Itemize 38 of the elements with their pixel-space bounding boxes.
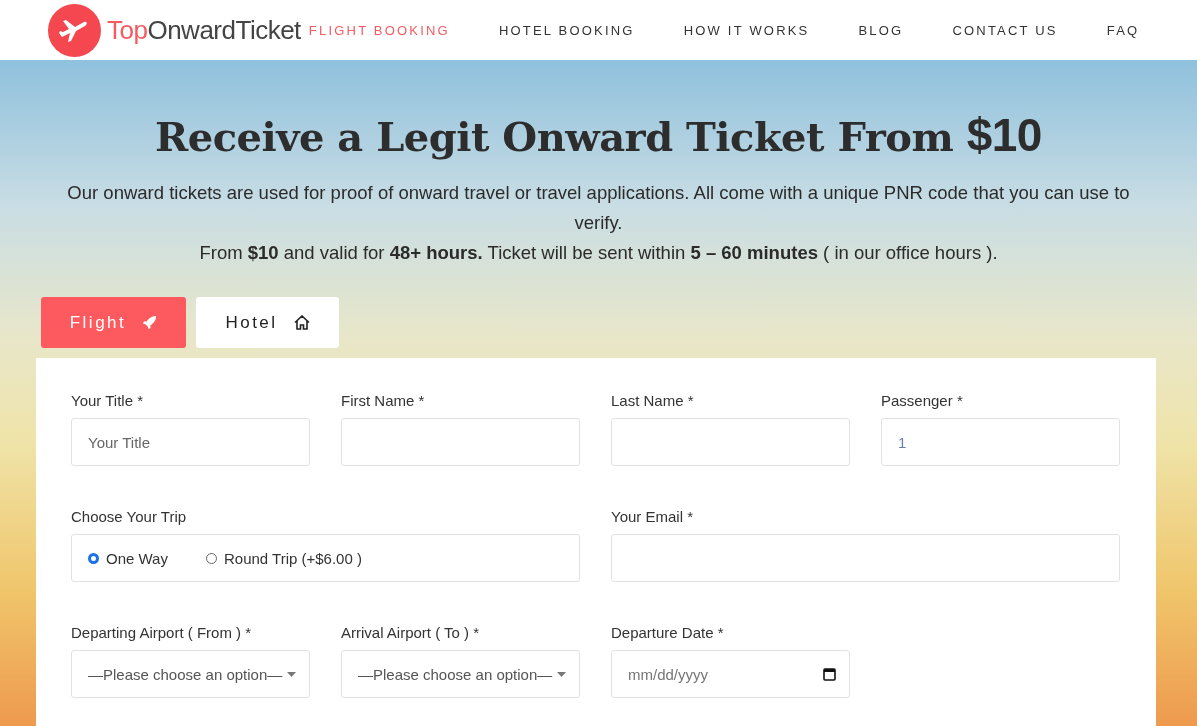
hero-details: From $10 and valid for 48+ hours. Ticket will be sent within 5 – 60 minutes ( in our office hours ).: [198, 241, 999, 265]
nav-link[interactable]: CONTACT US: [952, 22, 1058, 38]
select-value: —Please choose an option—: [358, 665, 553, 683]
booking-tab[interactable]: Hotel: [196, 297, 339, 348]
nav-link[interactable]: HOTEL BOOKING: [498, 22, 635, 38]
logo-text[interactable]: TopOnwardTicket: [107, 14, 301, 46]
input-field[interactable]: [341, 418, 580, 466]
field-label: Last Name *: [611, 392, 695, 410]
calendar-icon: [823, 667, 836, 681]
field-label: Passenger *: [881, 392, 964, 410]
field-label: Your Email *: [611, 508, 694, 526]
caret-icon: [557, 671, 566, 677]
input-field[interactable]: Your Title: [71, 418, 310, 466]
field-label: Departure Date *: [611, 624, 725, 642]
field-label: First Name *: [341, 392, 426, 410]
rocket-icon: [142, 315, 158, 330]
email-field[interactable]: [611, 534, 1120, 582]
date-field[interactable]: mm/dd/yyyy: [611, 650, 850, 698]
radio-label: One Way: [106, 549, 168, 567]
nav-link[interactable]: BLOG: [858, 22, 904, 38]
home-icon: [293, 315, 310, 330]
select-field[interactable]: —Please choose an option—: [341, 650, 580, 698]
field-label: Your Title *: [71, 392, 144, 410]
input-field[interactable]: [611, 418, 850, 466]
plane-logo-icon: [48, 3, 101, 57]
date-placeholder: mm/dd/yyyy: [628, 665, 708, 683]
field-label: Arrival Airport ( To ) *: [341, 624, 481, 642]
select-value: —Please choose an option—: [88, 665, 283, 683]
select-field[interactable]: —Please choose an option—: [71, 650, 310, 698]
nav-link[interactable]: HOW IT WORKS: [683, 22, 810, 38]
field-label: Choose Your Trip: [71, 508, 188, 526]
field-label: Departing Airport ( From ) *: [71, 624, 253, 642]
hero-description: Our onward tickets are used for proof of onward travel or travel applications. All come with a unique PNR code that you can use to verify.: [66, 181, 1131, 235]
hero-title: Receive a Legit Onward Ticket From $10: [154, 108, 1043, 162]
input-field[interactable]: 1: [881, 418, 1120, 466]
radio-option[interactable]: One Way: [88, 549, 168, 567]
caret-icon: [287, 671, 296, 677]
nav-link[interactable]: FAQ: [1106, 22, 1140, 38]
